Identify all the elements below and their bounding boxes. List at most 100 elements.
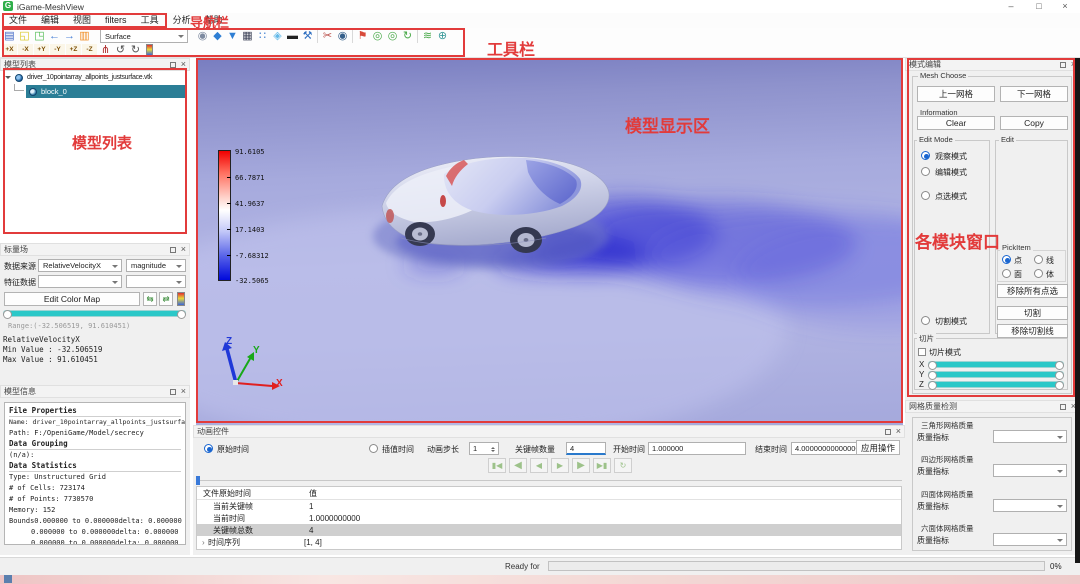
dock-float-icon[interactable]	[1060, 404, 1066, 410]
start-time-input[interactable]: 1.000000	[648, 442, 746, 455]
dock-float-icon[interactable]	[1060, 62, 1066, 68]
copy-button[interactable]: Copy	[1000, 116, 1068, 130]
observe-mode-radio[interactable]	[921, 151, 930, 160]
slice-mode-checkbox[interactable]	[918, 348, 926, 356]
colormap-preview-icon[interactable]	[177, 292, 185, 306]
minimize-button[interactable]: –	[1000, 0, 1022, 13]
table-row-expandable[interactable]: › 时间序列 [1, 4]	[197, 536, 901, 548]
prev-mesh-button[interactable]: 上一网格	[917, 86, 995, 102]
expand-caret-icon[interactable]: ›	[197, 538, 205, 547]
skip-start-button[interactable]: ▮◀	[488, 458, 506, 473]
render-viewport[interactable]: 91.6105 66.7871 41.9637 17.1403 -7.68312…	[196, 58, 903, 425]
menu-view[interactable]: 视图	[66, 13, 98, 28]
clear-button[interactable]: Clear	[917, 116, 995, 130]
menu-file[interactable]: 文件	[2, 13, 34, 28]
tree-expander-icon[interactable]	[5, 76, 11, 82]
menu-filters[interactable]: filters	[98, 13, 134, 28]
tri-metric-combo[interactable]	[993, 430, 1067, 443]
rescale-range-icon[interactable]: ⇆	[143, 292, 157, 306]
redo-icon[interactable]: →	[62, 29, 77, 43]
mesh-cube-icon[interactable]: ▦	[240, 29, 255, 43]
rotate-ccw-90-icon[interactable]: ↺	[113, 43, 128, 57]
import-icon[interactable]: ◱	[17, 29, 32, 43]
points-icon[interactable]: ∷	[255, 29, 270, 43]
flatten-icon[interactable]: ▼	[225, 29, 240, 43]
table-row[interactable]: 当前时间 1.0000000000	[197, 512, 901, 524]
pick-mode-radio[interactable]	[921, 191, 930, 200]
prev-keyframe-button[interactable]: ◀	[509, 458, 527, 473]
pick-point-radio[interactable]	[1002, 255, 1011, 264]
play-button[interactable]: ▶	[551, 458, 569, 473]
dock-close-icon[interactable]: ×	[896, 427, 901, 436]
globe-icon[interactable]: ⊕	[435, 29, 450, 43]
edit-colormap-button[interactable]: Edit Color Map	[4, 292, 140, 306]
overlay-icon[interactable]: ≋	[420, 29, 435, 43]
scalar-range-slider[interactable]	[3, 310, 186, 317]
pick-volume-radio[interactable]	[1034, 269, 1043, 278]
loop-button[interactable]: ↻	[614, 458, 632, 473]
rescale-custom-icon[interactable]: ⇄	[159, 292, 173, 306]
save-icon[interactable]: ▤	[2, 29, 17, 43]
table-row-selected[interactable]: 关键帧总数 4	[197, 524, 901, 536]
visibility-eye-icon[interactable]	[29, 88, 37, 96]
dock-float-icon[interactable]	[170, 389, 176, 395]
record-alt-icon[interactable]: ◎	[385, 29, 400, 43]
axes-triad-icon[interactable]: ⋔	[98, 43, 113, 57]
visibility-eye-icon[interactable]	[15, 74, 23, 82]
menu-tools[interactable]: 工具	[134, 13, 166, 28]
table-row[interactable]: 当前关键帧 1	[197, 500, 901, 512]
tree-item-root[interactable]: driver_10pointarray_allpoints_justsurfac…	[0, 71, 190, 84]
view-plus-z-button[interactable]: +Z	[66, 44, 81, 57]
wireframe-icon[interactable]: ◈	[270, 29, 285, 43]
component-combo[interactable]: magnitude	[126, 259, 186, 272]
close-button[interactable]: ×	[1054, 0, 1076, 13]
cut-button[interactable]: 切割	[997, 306, 1068, 320]
undo-icon[interactable]: ←	[47, 29, 62, 43]
view-minus-x-button[interactable]: -X	[18, 44, 33, 57]
editing-mode-radio[interactable]	[921, 167, 930, 176]
original-time-radio[interactable]	[204, 444, 213, 453]
interp-time-radio[interactable]	[369, 444, 378, 453]
slice-z-slider[interactable]	[928, 381, 1064, 388]
keyboard-icon[interactable]: ▬	[285, 29, 300, 43]
representation-combo[interactable]: Surface	[100, 29, 188, 43]
skip-end-button[interactable]: ▶▮	[593, 458, 611, 473]
quad-metric-combo[interactable]	[993, 464, 1067, 477]
cut-mode-radio[interactable]	[921, 316, 930, 325]
cone-icon[interactable]: ◆	[210, 29, 225, 43]
seek-handle[interactable]	[196, 476, 200, 485]
dock-float-icon[interactable]	[170, 62, 176, 68]
dock-close-icon[interactable]: ×	[181, 387, 186, 396]
rotate-cw-90-icon[interactable]: ↻	[128, 43, 143, 57]
data-source-combo[interactable]: RelativeVelocityX	[38, 259, 122, 272]
menu-edit[interactable]: 编辑	[34, 13, 66, 28]
view-plus-y-button[interactable]: +Y	[34, 44, 49, 57]
dock-close-icon[interactable]: ×	[181, 245, 186, 254]
spinner-arrows-icon[interactable]	[488, 444, 497, 455]
view-minus-y-button[interactable]: -Y	[50, 44, 65, 57]
pick-line-radio[interactable]	[1034, 255, 1043, 264]
dock-close-icon[interactable]: ×	[181, 60, 186, 69]
dock-float-icon[interactable]	[170, 247, 176, 253]
flag-icon[interactable]: ⚑	[355, 29, 370, 43]
apply-button[interactable]: 应用操作	[856, 440, 900, 455]
visibility-icon[interactable]: ◉	[195, 29, 210, 43]
remove-picks-button[interactable]: 移除所有点选	[997, 284, 1068, 298]
refresh-icon[interactable]: ↻	[400, 29, 415, 43]
delete-icon[interactable]: ▥	[77, 29, 92, 43]
dock-float-icon[interactable]	[885, 429, 891, 435]
play-backward-button[interactable]: ◀	[530, 458, 548, 473]
export-icon[interactable]: ◳	[32, 29, 47, 43]
view-minus-z-button[interactable]: -Z	[82, 44, 97, 57]
tree-item-block0[interactable]: block_0	[26, 85, 187, 98]
slice-x-slider[interactable]	[928, 361, 1064, 368]
maximize-button[interactable]: □	[1028, 0, 1050, 13]
clip-icon[interactable]: ✂	[320, 29, 335, 43]
record-icon[interactable]: ◎	[370, 29, 385, 43]
seek-track[interactable]	[196, 480, 902, 481]
feature-data-combo[interactable]	[38, 275, 122, 288]
axe-icon[interactable]: ⚒	[300, 29, 315, 43]
next-keyframe-button[interactable]: ▶	[572, 458, 590, 473]
remove-cutline-button[interactable]: 移除切割线	[997, 324, 1068, 338]
feature-component-combo[interactable]	[126, 275, 186, 288]
